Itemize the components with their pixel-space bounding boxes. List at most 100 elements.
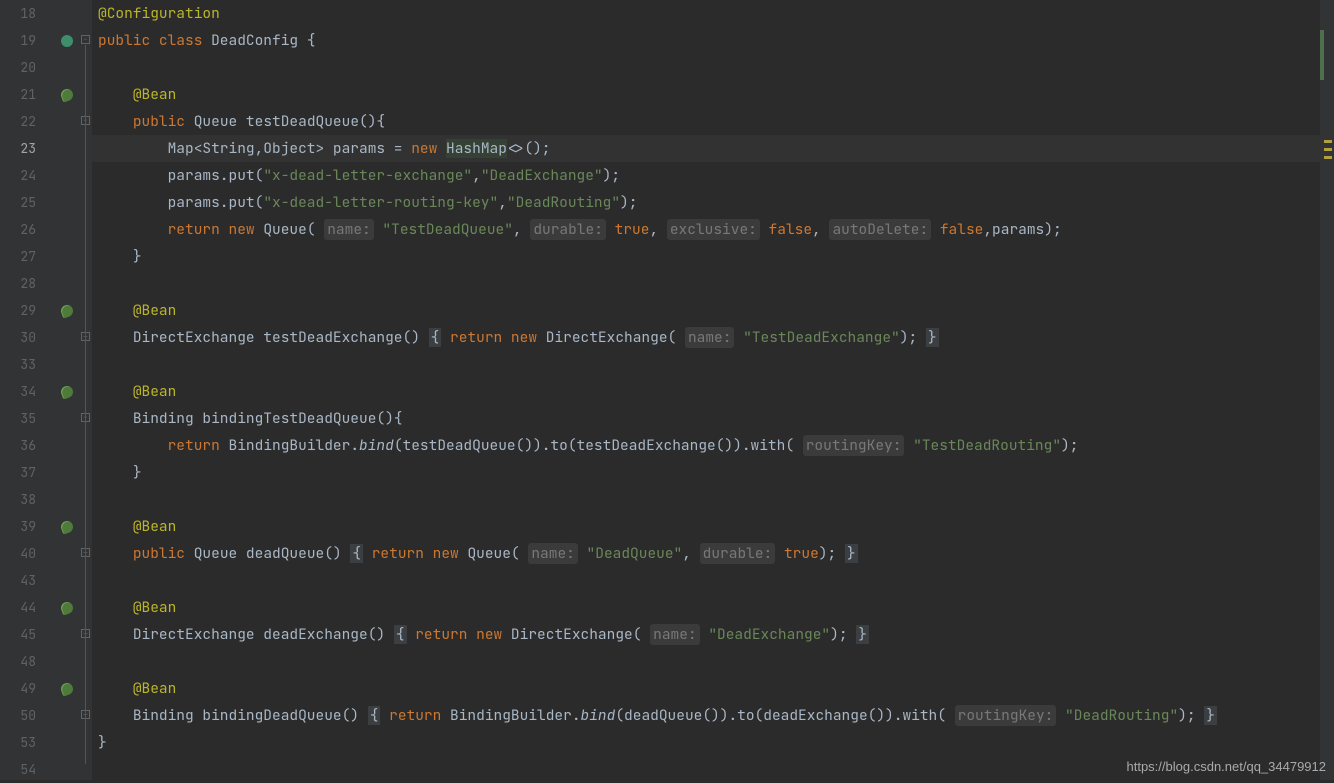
line-number[interactable]: 48	[0, 648, 56, 675]
code-line[interactable]: @Bean	[92, 594, 1320, 621]
icon-gutter[interactable]	[56, 0, 78, 780]
code-line[interactable]	[92, 351, 1320, 378]
line-number[interactable]: 36	[0, 432, 56, 459]
line-number[interactable]: 18	[0, 0, 56, 27]
gutter-class-icon[interactable]	[56, 27, 78, 54]
line-number[interactable]: 50	[0, 702, 56, 729]
line-number[interactable]: 45	[0, 621, 56, 648]
gutter-icon-empty[interactable]	[56, 351, 78, 378]
code-line[interactable]	[92, 567, 1320, 594]
code-line[interactable]: public class DeadConfig {	[92, 27, 1320, 54]
code-line[interactable]: Binding bindingDeadQueue() { return Bind…	[92, 702, 1320, 729]
code-line[interactable]	[92, 54, 1320, 81]
gutter-icon-empty[interactable]	[56, 108, 78, 135]
line-number[interactable]: 39	[0, 513, 56, 540]
gutter-bean-icon[interactable]	[56, 297, 78, 324]
bean-icon[interactable]	[59, 682, 74, 697]
line-number[interactable]: 34	[0, 378, 56, 405]
code-line[interactable]: @Bean	[92, 297, 1320, 324]
code-line[interactable]: @Bean	[92, 378, 1320, 405]
gutter-icon-empty[interactable]	[56, 135, 78, 162]
class-icon[interactable]	[61, 35, 73, 47]
bean-icon[interactable]	[59, 385, 74, 400]
gutter-icon-empty[interactable]	[56, 486, 78, 513]
code-line[interactable]: DirectExchange deadExchange() { return n…	[92, 621, 1320, 648]
gutter-icon-empty[interactable]	[56, 243, 78, 270]
warning-marker[interactable]	[1324, 156, 1332, 159]
line-number[interactable]: 30	[0, 324, 56, 351]
line-number[interactable]: 22	[0, 108, 56, 135]
code-line[interactable]: @Bean	[92, 513, 1320, 540]
fold-gutter[interactable]	[78, 0, 92, 780]
gutter-icon-empty[interactable]	[56, 162, 78, 189]
line-number[interactable]: 28	[0, 270, 56, 297]
gutter-icon-empty[interactable]	[56, 756, 78, 783]
gutter-icon-empty[interactable]	[56, 432, 78, 459]
gutter-bean-icon[interactable]	[56, 675, 78, 702]
line-number[interactable]: 43	[0, 567, 56, 594]
code-area[interactable]: @Configurationpublic class DeadConfig { …	[92, 0, 1320, 780]
line-number[interactable]: 53	[0, 729, 56, 756]
code-line[interactable]	[92, 648, 1320, 675]
line-number[interactable]: 54	[0, 756, 56, 783]
line-number[interactable]: 23	[0, 135, 56, 162]
gutter-bean-icon[interactable]	[56, 594, 78, 621]
code-line[interactable]	[92, 270, 1320, 297]
gutter-bean-icon[interactable]	[56, 513, 78, 540]
line-number[interactable]: 49	[0, 675, 56, 702]
code-line[interactable]: @Configuration	[92, 0, 1320, 27]
line-number[interactable]: 27	[0, 243, 56, 270]
bean-icon[interactable]	[59, 88, 74, 103]
warning-marker[interactable]	[1324, 140, 1332, 143]
code-line[interactable]: Map<String,Object> params = new HashMap<…	[92, 135, 1320, 162]
gutter-icon-empty[interactable]	[56, 216, 78, 243]
line-number[interactable]: 44	[0, 594, 56, 621]
gutter-icon-empty[interactable]	[56, 621, 78, 648]
line-number[interactable]: 24	[0, 162, 56, 189]
overview-ruler[interactable]	[1320, 0, 1334, 780]
gutter-icon-empty[interactable]	[56, 459, 78, 486]
line-number[interactable]: 29	[0, 297, 56, 324]
code-line[interactable]: params.put("x-dead-letter-exchange","Dea…	[92, 162, 1320, 189]
line-number[interactable]: 26	[0, 216, 56, 243]
gutter-icon-empty[interactable]	[56, 189, 78, 216]
code-line[interactable]: @Bean	[92, 81, 1320, 108]
line-number[interactable]: 40	[0, 540, 56, 567]
gutter-bean-icon[interactable]	[56, 81, 78, 108]
gutter-icon-empty[interactable]	[56, 54, 78, 81]
line-number[interactable]: 20	[0, 54, 56, 81]
line-number[interactable]: 37	[0, 459, 56, 486]
code-line[interactable]: DirectExchange testDeadExchange() { retu…	[92, 324, 1320, 351]
gutter-icon-empty[interactable]	[56, 567, 78, 594]
bean-icon[interactable]	[59, 601, 74, 616]
gutter-icon-empty[interactable]	[56, 648, 78, 675]
line-number-gutter[interactable]: 1819202122232425262728293033343536373839…	[0, 0, 56, 780]
warning-marker[interactable]	[1324, 148, 1332, 151]
code-line[interactable]: params.put("x-dead-letter-routing-key","…	[92, 189, 1320, 216]
code-line[interactable]: return new Queue( name: "TestDeadQueue",…	[92, 216, 1320, 243]
bean-icon[interactable]	[59, 304, 74, 319]
code-line[interactable]: }	[92, 459, 1320, 486]
gutter-icon-empty[interactable]	[56, 405, 78, 432]
line-number[interactable]: 35	[0, 405, 56, 432]
line-number[interactable]: 38	[0, 486, 56, 513]
gutter-icon-empty[interactable]	[56, 702, 78, 729]
line-number[interactable]: 33	[0, 351, 56, 378]
code-line[interactable]: @Bean	[92, 675, 1320, 702]
code-line[interactable]: public Queue testDeadQueue(){	[92, 108, 1320, 135]
fold-collapse-icon[interactable]	[81, 35, 90, 44]
code-line[interactable]	[92, 486, 1320, 513]
line-number[interactable]: 19	[0, 27, 56, 54]
line-number[interactable]: 21	[0, 81, 56, 108]
gutter-icon-empty[interactable]	[56, 729, 78, 756]
code-line[interactable]: }	[92, 243, 1320, 270]
code-line[interactable]: Binding bindingTestDeadQueue(){	[92, 405, 1320, 432]
code-line[interactable]: public Queue deadQueue() { return new Qu…	[92, 540, 1320, 567]
code-line[interactable]: return BindingBuilder.bind(testDeadQueue…	[92, 432, 1320, 459]
gutter-icon-empty[interactable]	[56, 0, 78, 27]
line-number[interactable]: 25	[0, 189, 56, 216]
gutter-bean-icon[interactable]	[56, 378, 78, 405]
code-line[interactable]: }	[92, 729, 1320, 756]
gutter-icon-empty[interactable]	[56, 540, 78, 567]
gutter-icon-empty[interactable]	[56, 270, 78, 297]
